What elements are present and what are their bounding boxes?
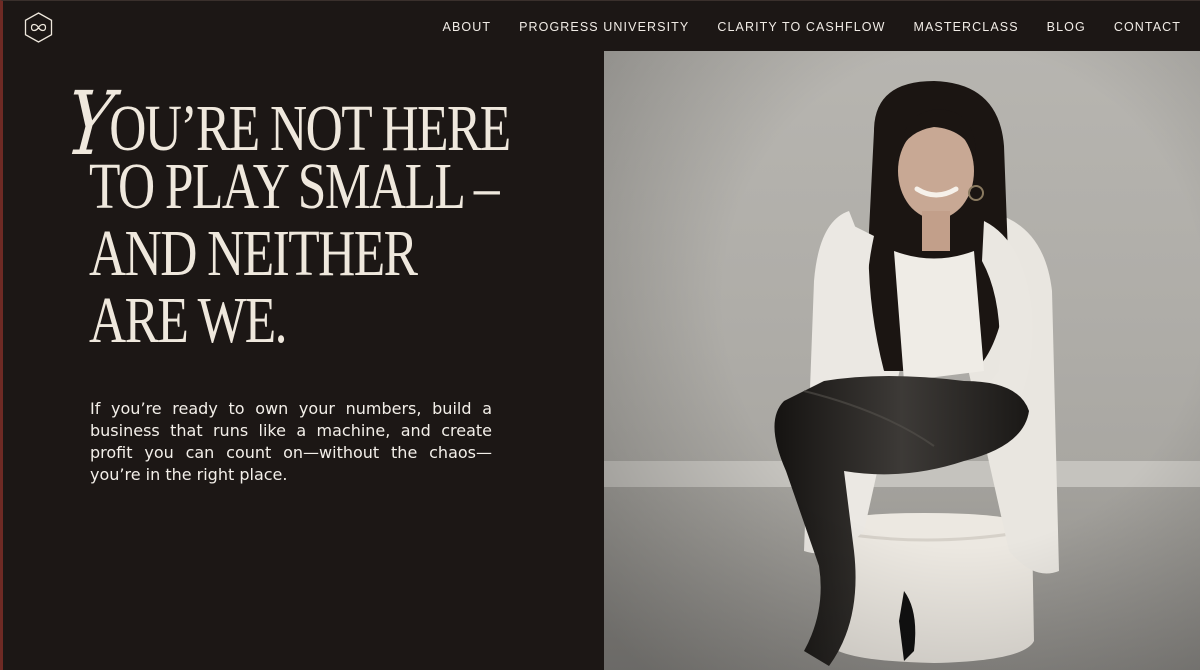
headline-line-2: TO PLAY SMALL – xyxy=(89,150,500,223)
hero-headline: YOU’RE NOT HERE TO PLAY SMALL – AND NEIT… xyxy=(61,72,567,357)
main-nav: ABOUT PROGRESS UNIVERSITY CLARITY TO CAS… xyxy=(443,19,1181,35)
nav-item-clarity-to-cashflow[interactable]: CLARITY TO CASHFLOW xyxy=(717,19,885,35)
headline-line-4: ARE WE. xyxy=(89,284,287,357)
headline-line-3: AND NEITHER xyxy=(89,217,418,290)
nav-item-about[interactable]: ABOUT xyxy=(443,19,492,35)
nav-item-masterclass[interactable]: MASTERCLASS xyxy=(913,19,1018,35)
hero-page: ABOUT PROGRESS UNIVERSITY CLARITY TO CAS… xyxy=(0,0,1200,670)
headline-line-1: YOU’RE NOT HERE xyxy=(61,72,511,175)
hero-portrait-photo xyxy=(604,51,1200,670)
nav-item-progress-university[interactable]: PROGRESS UNIVERSITY xyxy=(519,19,689,35)
hero-intro-text: If you’re ready to own your numbers, bui… xyxy=(90,399,492,484)
infinity-hexagon-icon[interactable] xyxy=(24,12,53,43)
nav-item-contact[interactable]: CONTACT xyxy=(1114,19,1181,35)
headline-script-initial: Y xyxy=(61,72,115,175)
nav-item-blog[interactable]: BLOG xyxy=(1047,19,1086,35)
